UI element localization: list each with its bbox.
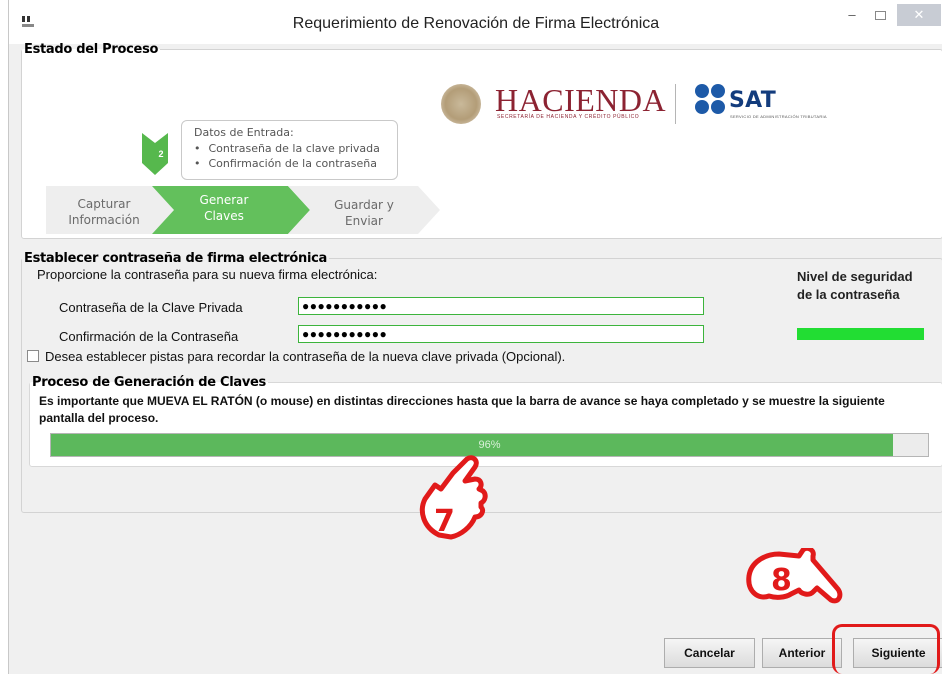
maximize-button[interactable] — [869, 4, 891, 26]
previous-button[interactable]: Anterior — [762, 638, 842, 668]
pointing-hand-annotation-icon — [746, 548, 843, 604]
security-level-line: de la contraseña — [797, 287, 900, 302]
info-item: Contraseña de la clave privada — [194, 141, 380, 156]
window-title: Requerimiento de Renovación de Firma Ele… — [292, 15, 660, 32]
next-button-highlight-ring — [832, 624, 940, 674]
clave-legend: Establecer contraseña de firma electróni… — [24, 251, 327, 266]
hacienda-seal-logo — [441, 84, 481, 124]
sat-logo-subtitle: SERVICIO DE ADMINISTRACIÓN TRIBUTARIA — [730, 114, 827, 119]
minimize-button[interactable]: – — [841, 4, 863, 26]
proceso-legend: Proceso de Generación de Claves — [32, 375, 266, 390]
annotation-step-8: 8 — [771, 563, 792, 598]
step-guardar-label: Guardar y Enviar — [309, 197, 419, 229]
title-bar[interactable]: Requerimiento de Renovación de Firma Ele… — [9, 0, 942, 44]
info-item: Confirmación de la contraseña — [194, 156, 380, 171]
step-generar-label: Generar Claves — [169, 192, 279, 224]
security-level-line: Nivel de seguridad — [797, 269, 913, 284]
private-key-password-label: Contraseña de la Clave Privada — [59, 300, 243, 315]
progress-percent: 96% — [478, 439, 501, 451]
maximize-icon — [874, 11, 886, 21]
password-strength-meter — [797, 328, 924, 340]
password-strength-fill — [797, 328, 924, 340]
sat-logo: SAT — [729, 88, 777, 113]
step-label-line: Capturar — [77, 197, 131, 211]
step-capturar-label: Capturar Información — [59, 196, 149, 228]
confirm-password-label: Confirmación de la Contraseña — [59, 329, 239, 344]
confirm-password-input[interactable]: ●●●●●●●●●●● — [298, 325, 704, 343]
cancel-button[interactable]: Cancelar — [664, 638, 755, 668]
password-hints-checkbox[interactable] — [27, 350, 39, 362]
key-generation-progress-bar: 96% — [50, 433, 929, 457]
info-list: Contraseña de la clave privada Confirmac… — [194, 141, 380, 171]
private-key-password-input[interactable]: ●●●●●●●●●●● — [298, 297, 704, 315]
step-label-line: Claves — [204, 209, 244, 223]
step-label-line: Guardar y — [334, 198, 394, 212]
password-hints-label[interactable]: Desea establecer pistas para recordar la… — [45, 349, 565, 364]
info-header: Datos de Entrada: — [194, 126, 294, 139]
sat-logo-icon — [695, 84, 729, 118]
security-level-label: Nivel de seguridad de la contraseña — [797, 268, 913, 304]
hacienda-logo-subtitle: SECRETARÍA DE HACIENDA Y CRÉDITO PÚBLICO — [497, 114, 640, 120]
step-label-line: Enviar — [345, 214, 383, 228]
current-step-number: 2 — [158, 149, 164, 159]
password-prompt: Proporcione la contraseña para su nueva … — [37, 267, 378, 282]
close-button[interactable]: ✕ — [897, 4, 941, 26]
step-label-line: Generar — [199, 193, 249, 207]
estado-legend: Estado del Proceso — [24, 42, 159, 57]
logo-divider — [675, 84, 676, 124]
progress-instructions: Es importante que MUEVA EL RATÓN (o mous… — [39, 394, 885, 425]
annotation-step-7: 7 — [434, 504, 455, 539]
app-window: Requerimiento de Renovación de Firma Ele… — [8, 0, 942, 674]
step-label-line: Información — [68, 213, 140, 227]
step-info-tooltip: Datos de Entrada: Contraseña de la clave… — [181, 120, 398, 180]
